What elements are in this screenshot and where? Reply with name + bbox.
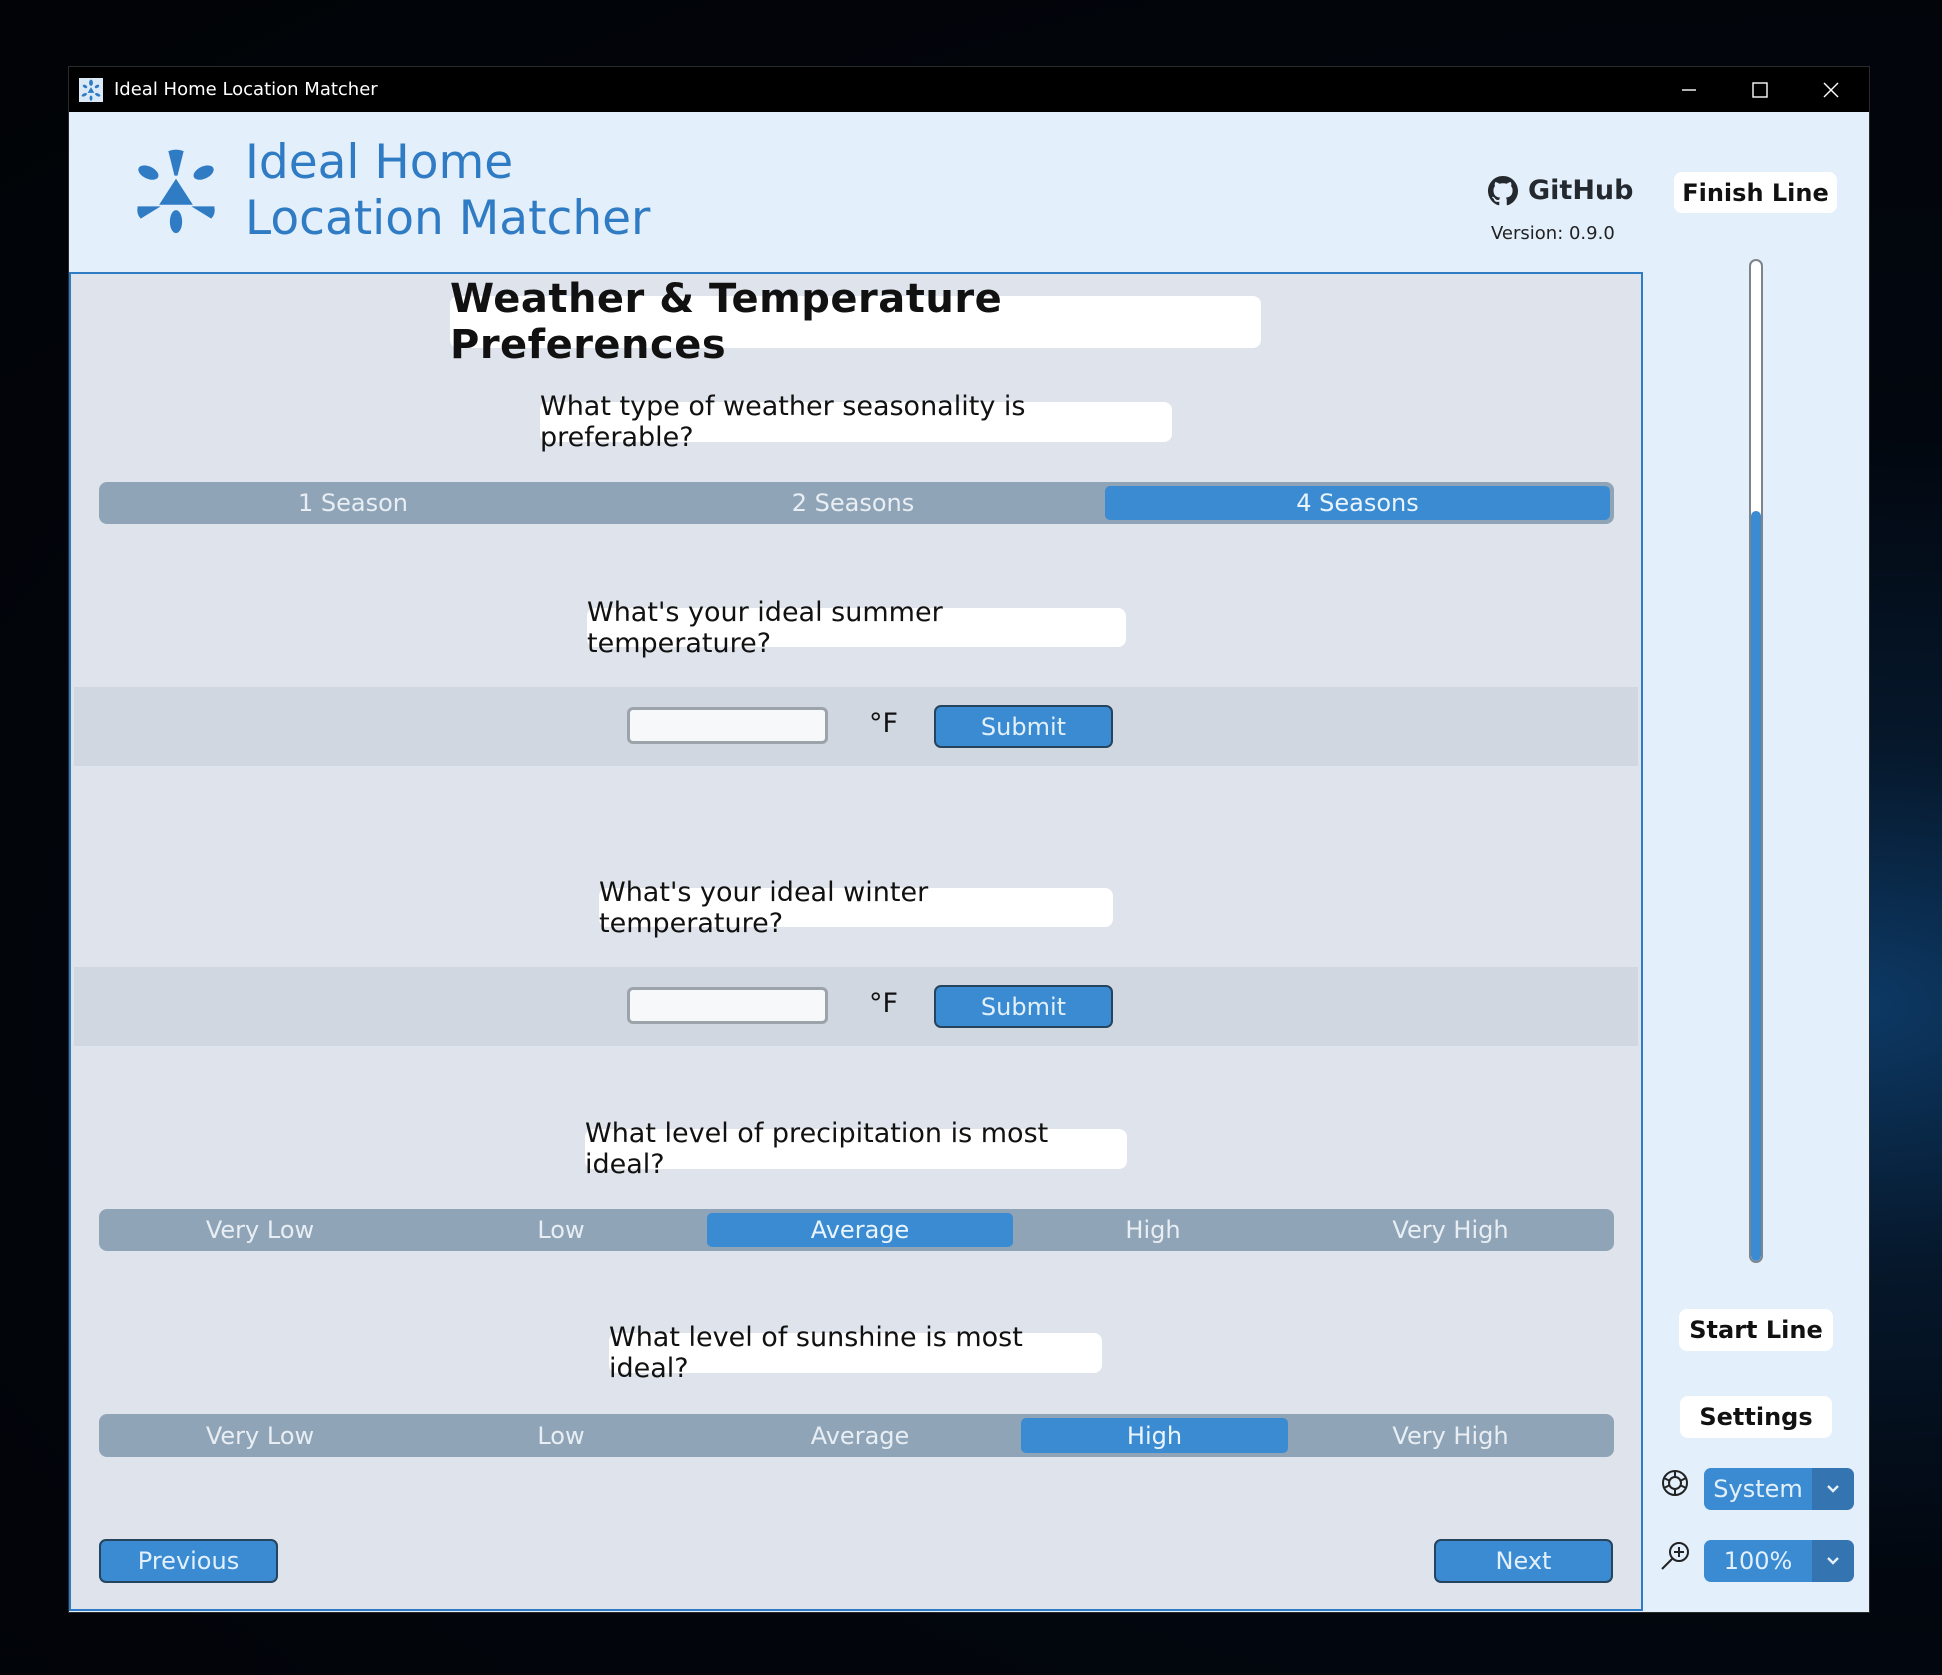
winter-temp-row: °F Submit	[74, 967, 1638, 1046]
summer-temp-unit: °F	[869, 708, 899, 739]
precipitation-option-very-low[interactable]: Very Low	[103, 1213, 417, 1247]
appearance-wheel-icon	[1660, 1468, 1690, 1498]
window-title: Ideal Home Location Matcher	[114, 79, 378, 100]
progress-bar	[1749, 259, 1763, 1263]
minimize-icon	[1682, 88, 1696, 91]
finish-line-button[interactable]: Finish Line	[1674, 172, 1837, 213]
chevron-down-icon	[1812, 1468, 1854, 1510]
summer-temp-input[interactable]	[627, 707, 828, 744]
version-label: Version: 0.9.0	[1491, 223, 1615, 244]
precipitation-option-low[interactable]: Low	[417, 1213, 705, 1247]
minimize-button[interactable]	[1654, 67, 1724, 112]
seasonality-option-2-seasons[interactable]: 2 Seasons	[603, 486, 1103, 520]
sunshine-option-very-low[interactable]: Very Low	[103, 1418, 417, 1453]
brand-line-1: Ideal Home	[245, 135, 514, 190]
app-window: Ideal Home Location Matcher Ideal Home L…	[69, 67, 1869, 1612]
sunshine-question: What level of sunshine is most ideal?	[609, 1322, 1102, 1384]
theme-dropdown-value: System	[1704, 1468, 1812, 1510]
github-label: GitHub	[1528, 175, 1634, 206]
winter-temp-unit: °F	[869, 988, 899, 1019]
theme-dropdown[interactable]: System	[1704, 1468, 1854, 1510]
sunshine-option-low[interactable]: Low	[417, 1418, 705, 1453]
summer-temp-submit-button[interactable]: Submit	[934, 705, 1113, 748]
summer-temp-row: °F Submit	[74, 687, 1638, 766]
close-button[interactable]	[1796, 67, 1866, 112]
zoom-dropdown-value: 100%	[1704, 1540, 1812, 1582]
brand-line-2: Location Matcher	[245, 191, 651, 246]
previous-button[interactable]: Previous	[99, 1539, 278, 1583]
maximize-button[interactable]	[1725, 67, 1795, 112]
zoom-dropdown[interactable]: 100%	[1704, 1540, 1854, 1582]
progress-bar-fill	[1751, 511, 1761, 1261]
precipitation-option-very-high[interactable]: Very High	[1291, 1213, 1610, 1247]
sunshine-option-average[interactable]: Average	[705, 1418, 1015, 1453]
precipitation-option-high[interactable]: High	[1015, 1213, 1291, 1247]
page-title: Weather & Temperature Preferences	[450, 276, 1261, 368]
brand-title: Ideal Home Location Matcher	[245, 135, 650, 247]
seasonality-question: What type of weather seasonality is pref…	[540, 391, 1172, 453]
winter-temp-question: What's your ideal winter temperature?	[599, 877, 1113, 939]
sunshine-option-very-high[interactable]: Very High	[1291, 1418, 1610, 1453]
github-icon	[1488, 175, 1518, 205]
maximize-icon	[1752, 81, 1768, 98]
seasonality-option-4-seasons[interactable]: 4 Seasons	[1105, 486, 1610, 520]
app-logo-icon	[130, 145, 222, 237]
app-icon	[79, 78, 103, 102]
chevron-down-icon	[1812, 1540, 1854, 1582]
precipitation-selector: Very Low Low Average High Very High	[99, 1209, 1614, 1251]
zoom-in-icon	[1659, 1540, 1691, 1572]
summer-temp-question: What's your ideal summer temperature?	[587, 597, 1126, 659]
precipitation-question: What level of precipitation is most idea…	[585, 1118, 1127, 1180]
winter-temp-submit-button[interactable]: Submit	[934, 985, 1113, 1028]
start-line-button[interactable]: Start Line	[1679, 1309, 1833, 1351]
seasonality-selector: 1 Season 2 Seasons 4 Seasons	[99, 482, 1614, 524]
seasonality-option-1-season[interactable]: 1 Season	[103, 486, 603, 520]
settings-button[interactable]: Settings	[1680, 1396, 1832, 1438]
main-content: Weather & Temperature Preferences What t…	[69, 272, 1643, 1611]
next-button[interactable]: Next	[1434, 1539, 1613, 1583]
title-bar: Ideal Home Location Matcher	[69, 67, 1869, 112]
github-link[interactable]: GitHub	[1488, 175, 1633, 206]
sunshine-option-high[interactable]: High	[1021, 1418, 1288, 1453]
precipitation-option-average[interactable]: Average	[707, 1213, 1013, 1247]
close-icon	[1823, 82, 1839, 97]
sunshine-selector: Very Low Low Average High Very High	[99, 1414, 1614, 1457]
winter-temp-input[interactable]	[627, 987, 828, 1024]
